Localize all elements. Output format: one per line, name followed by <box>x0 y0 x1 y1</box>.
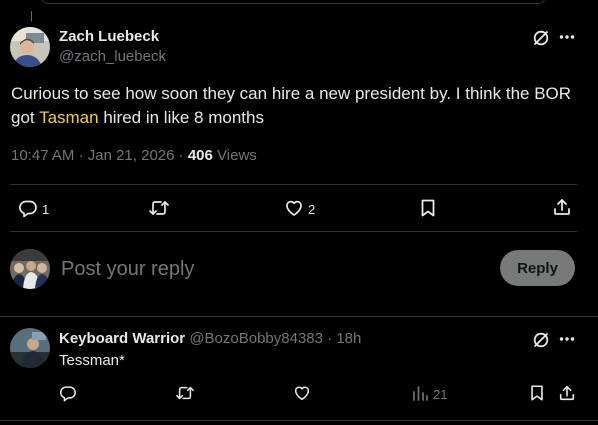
reply-author-handle[interactable]: @BozoBobby84383 <box>189 330 323 347</box>
user-avatar[interactable] <box>10 249 50 289</box>
meta-separator: · <box>78 147 84 164</box>
post-meta: 10:47 AM · Jan 21, 2026 · 406 Views <box>11 147 257 164</box>
reply-author-name[interactable]: Keyboard Warrior <box>59 330 185 347</box>
post-date[interactable]: Jan 21, 2026 <box>88 147 175 164</box>
reply-submit-button[interactable]: Reply <box>500 250 575 286</box>
more-icon[interactable] <box>559 34 575 40</box>
views-button[interactable]: 21 <box>411 384 447 405</box>
reply-count: 1 <box>42 202 50 217</box>
post-text-highlight[interactable]: Tasman <box>39 108 99 127</box>
more-icon[interactable] <box>559 336 575 342</box>
retweet-icon[interactable] <box>148 198 170 218</box>
reply-author-avatar[interactable] <box>10 328 50 368</box>
grok-icon[interactable] <box>532 331 550 349</box>
author-name[interactable]: Zach Luebeck <box>59 28 159 45</box>
reply-text: Tessman* <box>59 352 125 369</box>
meta-separator: · <box>178 147 184 164</box>
post-text-after: hired in like 8 months <box>98 108 264 127</box>
previous-post-edge <box>40 0 546 4</box>
views-label: Views <box>217 147 257 164</box>
reply-icon <box>18 198 38 221</box>
post-text: Curious to see how soon they can hire a … <box>11 82 581 130</box>
views-icon <box>411 384 429 405</box>
bookmark-icon[interactable] <box>418 198 438 218</box>
share-icon[interactable] <box>558 384 576 402</box>
meta-separator: · <box>327 330 333 347</box>
like-icon <box>284 198 304 221</box>
reply-header: Keyboard Warrior @BozoBobby84383 · 18h <box>59 330 361 347</box>
like-count: 2 <box>308 202 316 217</box>
reply-icon[interactable] <box>59 384 77 402</box>
reply-button[interactable]: 1 <box>18 198 49 221</box>
divider <box>0 420 598 421</box>
reply-input[interactable] <box>61 256 481 282</box>
author-avatar[interactable] <box>10 27 50 67</box>
reply-age[interactable]: 18h <box>336 330 361 347</box>
reply-views-count: 21 <box>433 387 448 402</box>
views-count: 406 <box>187 147 213 164</box>
author-handle[interactable]: @zach_luebeck <box>59 48 166 65</box>
retweet-icon[interactable] <box>175 384 195 402</box>
share-icon[interactable] <box>552 197 572 217</box>
post-time[interactable]: 10:47 AM <box>11 147 74 164</box>
like-icon[interactable] <box>293 384 311 402</box>
divider <box>0 316 598 317</box>
divider <box>10 231 577 232</box>
divider <box>10 184 577 185</box>
thread-marker: | <box>30 10 33 22</box>
grok-icon[interactable] <box>532 29 550 47</box>
bookmark-icon[interactable] <box>528 384 546 402</box>
like-button[interactable]: 2 <box>284 198 315 221</box>
